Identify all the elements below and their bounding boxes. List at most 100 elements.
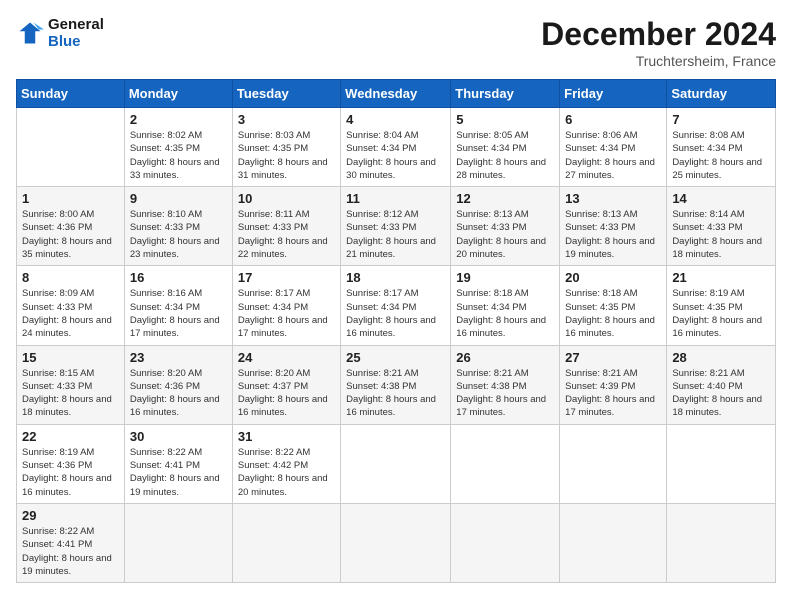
calendar-cell: 24 Sunrise: 8:20 AMSunset: 4:37 PMDayligh… [232,345,340,424]
calendar-cell: 14Sunrise: 8:14 AMSunset: 4:33 PMDayligh… [667,187,776,266]
header: General Blue December 2024 Truchtersheim… [16,16,776,69]
calendar-cell [451,503,560,582]
logo-text: General Blue [48,16,104,50]
day-number: 18 [346,270,445,285]
calendar-cell: 2Sunrise: 8:02 AMSunset: 4:35 PMDaylight… [124,108,232,187]
day-number: 27 [565,350,661,365]
calendar-cell: 15 Sunrise: 8:15 AMSunset: 4:33 PMDayligh… [17,345,125,424]
day-number: 13 [565,191,661,206]
calendar-cell [17,108,125,187]
day-number: 4 [346,112,445,127]
header-day-friday: Friday [560,80,667,108]
calendar-cell: 6 Sunrise: 8:06 AMSunset: 4:34 PMDaylight… [560,108,667,187]
calendar-cell: 25 Sunrise: 8:21 AMSunset: 4:38 PMDayligh… [341,345,451,424]
day-number: 19 [456,270,554,285]
day-number: 29 [22,508,119,523]
calendar-cell: 1Sunrise: 8:00 AMSunset: 4:36 PMDaylight… [17,187,125,266]
calendar-cell [667,424,776,503]
day-info: Sunrise: 8:19 AMSunset: 4:36 PMDaylight:… [22,446,119,499]
day-number: 31 [238,429,335,444]
calendar-cell [341,503,451,582]
day-info: Sunrise: 8:21 AMSunset: 4:38 PMDaylight:… [456,367,554,420]
day-number: 2 [130,112,227,127]
calendar-week-6: 29 Sunrise: 8:22 AMSunset: 4:41 PMDayligh… [17,503,776,582]
day-number: 7 [672,112,770,127]
day-info: Sunrise: 8:20 AMSunset: 4:36 PMDaylight:… [130,367,227,420]
calendar-cell: 5Sunrise: 8:05 AMSunset: 4:34 PMDaylight… [451,108,560,187]
day-info: Sunrise: 8:17 AMSunset: 4:34 PMDaylight:… [346,287,445,340]
day-info: Sunrise: 8:13 AMSunset: 4:33 PMDaylight:… [565,208,661,261]
calendar-cell: 16 Sunrise: 8:16 AMSunset: 4:34 PMDayligh… [124,266,232,345]
header-day-thursday: Thursday [451,80,560,108]
logo-icon [16,19,44,47]
calendar-header-row: SundayMondayTuesdayWednesdayThursdayFrid… [17,80,776,108]
day-number: 30 [130,429,227,444]
day-number: 3 [238,112,335,127]
day-number: 9 [130,191,227,206]
logo: General Blue [16,16,104,50]
day-info: Sunrise: 8:15 AMSunset: 4:33 PMDaylight:… [22,367,119,420]
day-number: 10 [238,191,335,206]
day-info: Sunrise: 8:04 AMSunset: 4:34 PMDaylight:… [346,129,445,182]
calendar-week-2: 1Sunrise: 8:00 AMSunset: 4:36 PMDaylight… [17,187,776,266]
calendar-week-5: 22Sunrise: 8:19 AMSunset: 4:36 PMDayligh… [17,424,776,503]
day-number: 14 [672,191,770,206]
calendar-cell: 12 Sunrise: 8:13 AMSunset: 4:33 PMDayligh… [451,187,560,266]
day-info: Sunrise: 8:16 AMSunset: 4:34 PMDaylight:… [130,287,227,340]
calendar-cell: 9Sunrise: 8:10 AMSunset: 4:33 PMDaylight… [124,187,232,266]
calendar-cell [124,503,232,582]
calendar-cell: 4 Sunrise: 8:04 AMSunset: 4:34 PMDaylight… [341,108,451,187]
day-number: 6 [565,112,661,127]
day-number: 20 [565,270,661,285]
day-info: Sunrise: 8:20 AMSunset: 4:37 PMDaylight:… [238,367,335,420]
day-info: Sunrise: 8:03 AMSunset: 4:35 PMDaylight:… [238,129,335,182]
location: Truchtersheim, France [541,53,776,69]
calendar-week-4: 15 Sunrise: 8:15 AMSunset: 4:33 PMDayligh… [17,345,776,424]
day-info: Sunrise: 8:11 AMSunset: 4:33 PMDaylight:… [238,208,335,261]
calendar-cell: 27Sunrise: 8:21 AMSunset: 4:39 PMDayligh… [560,345,667,424]
day-number: 16 [130,270,227,285]
calendar-cell: 3 Sunrise: 8:03 AMSunset: 4:35 PMDaylight… [232,108,340,187]
calendar-cell: 8Sunrise: 8:09 AMSunset: 4:33 PMDaylight… [17,266,125,345]
day-number: 24 [238,350,335,365]
calendar-cell [667,503,776,582]
calendar-cell: 17Sunrise: 8:17 AMSunset: 4:34 PMDayligh… [232,266,340,345]
day-number: 11 [346,191,445,206]
calendar-cell: 7Sunrise: 8:08 AMSunset: 4:34 PMDaylight… [667,108,776,187]
calendar-cell: 19 Sunrise: 8:18 AMSunset: 4:34 PMDayligh… [451,266,560,345]
day-number: 21 [672,270,770,285]
title-area: December 2024 Truchtersheim, France [541,16,776,69]
day-number: 12 [456,191,554,206]
calendar-cell [232,503,340,582]
header-day-saturday: Saturday [667,80,776,108]
day-number: 25 [346,350,445,365]
calendar-cell [560,424,667,503]
day-number: 8 [22,270,119,285]
calendar-cell [451,424,560,503]
calendar-week-3: 8Sunrise: 8:09 AMSunset: 4:33 PMDaylight… [17,266,776,345]
day-number: 17 [238,270,335,285]
day-info: Sunrise: 8:13 AMSunset: 4:33 PMDaylight:… [456,208,554,261]
calendar-cell [560,503,667,582]
calendar-cell: 18 Sunrise: 8:17 AMSunset: 4:34 PMDayligh… [341,266,451,345]
calendar-cell: 28Sunrise: 8:21 AMSunset: 4:40 PMDayligh… [667,345,776,424]
day-info: Sunrise: 8:18 AMSunset: 4:34 PMDaylight:… [456,287,554,340]
day-info: Sunrise: 8:21 AMSunset: 4:40 PMDaylight:… [672,367,770,420]
calendar-cell: 29 Sunrise: 8:22 AMSunset: 4:41 PMDayligh… [17,503,125,582]
day-number: 26 [456,350,554,365]
day-number: 15 [22,350,119,365]
header-day-tuesday: Tuesday [232,80,340,108]
day-info: Sunrise: 8:21 AMSunset: 4:38 PMDaylight:… [346,367,445,420]
calendar-cell: 10 Sunrise: 8:11 AMSunset: 4:33 PMDayligh… [232,187,340,266]
day-info: Sunrise: 8:00 AMSunset: 4:36 PMDaylight:… [22,208,119,261]
day-info: Sunrise: 8:22 AMSunset: 4:42 PMDaylight:… [238,446,335,499]
calendar-cell: 13 Sunrise: 8:13 AMSunset: 4:33 PMDayligh… [560,187,667,266]
day-info: Sunrise: 8:22 AMSunset: 4:41 PMDaylight:… [22,525,119,578]
calendar-cell: 22Sunrise: 8:19 AMSunset: 4:36 PMDayligh… [17,424,125,503]
day-info: Sunrise: 8:05 AMSunset: 4:34 PMDaylight:… [456,129,554,182]
calendar-cell [341,424,451,503]
day-info: Sunrise: 8:06 AMSunset: 4:34 PMDaylight:… [565,129,661,182]
day-info: Sunrise: 8:19 AMSunset: 4:35 PMDaylight:… [672,287,770,340]
calendar-table: SundayMondayTuesdayWednesdayThursdayFrid… [16,79,776,583]
header-day-sunday: Sunday [17,80,125,108]
